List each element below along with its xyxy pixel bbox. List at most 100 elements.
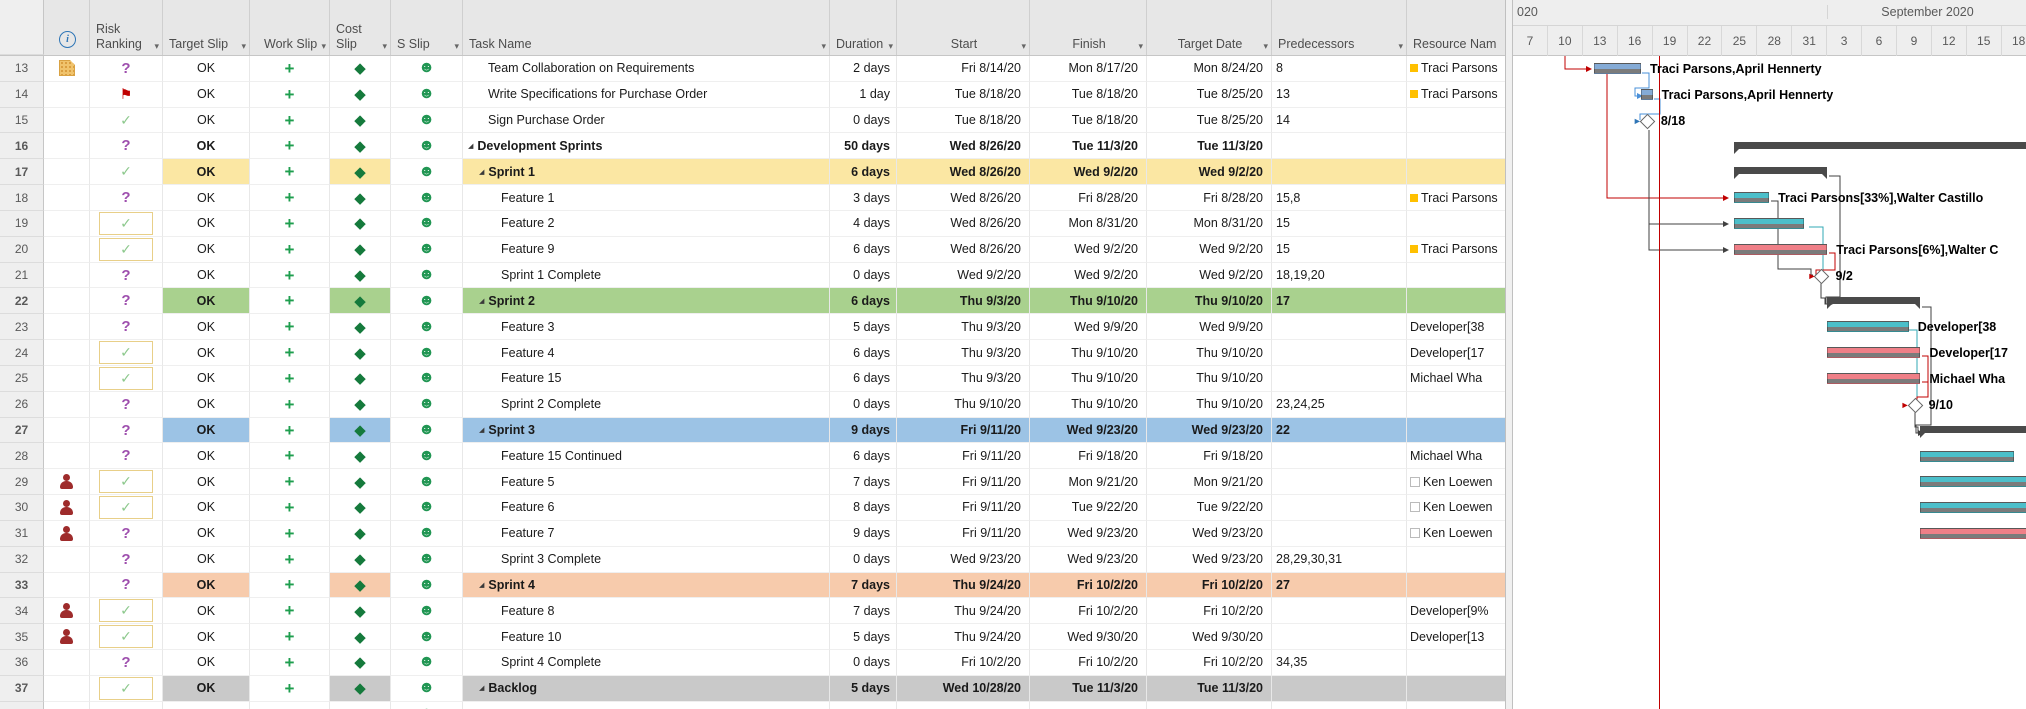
cell-indicators[interactable] bbox=[44, 108, 90, 134]
cell-target-slip[interactable]: OK bbox=[163, 133, 250, 159]
cell-start-date[interactable]: Fri 9/11/20 bbox=[897, 521, 1030, 547]
cell-start-date[interactable] bbox=[897, 702, 1030, 709]
gantt-task-bar[interactable] bbox=[1827, 373, 1920, 384]
row-number[interactable]: 27 bbox=[0, 418, 44, 444]
cell-cost-slip[interactable]: ◆ bbox=[330, 288, 391, 314]
cell-target-date[interactable]: Wed 9/2/20 bbox=[1147, 237, 1272, 263]
cell-predecessors[interactable]: 8 bbox=[1272, 56, 1407, 82]
filter-dropdown-icon[interactable]: ▾ bbox=[1138, 41, 1143, 51]
cell-target-date[interactable]: Mon 8/24/20 bbox=[1147, 56, 1272, 82]
collapse-triangle-icon[interactable]: ◢ bbox=[479, 426, 484, 434]
cell-start-date[interactable]: Thu 9/3/20 bbox=[897, 366, 1030, 392]
cell-duration[interactable]: 1 day bbox=[830, 82, 897, 108]
cell-start-date[interactable]: Fri 9/11/20 bbox=[897, 495, 1030, 521]
cell-s-slip[interactable]: ☻ bbox=[391, 650, 463, 676]
cell-risk-ranking[interactable]: ? bbox=[90, 392, 163, 418]
cell-target-slip[interactable]: OK bbox=[163, 702, 250, 709]
cell-s-slip[interactable]: ☻ bbox=[391, 495, 463, 521]
cell-target-date[interactable]: Thu 9/10/20 bbox=[1147, 392, 1272, 418]
cell-resource-names[interactable]: Traci Parsons bbox=[1407, 185, 1505, 211]
gantt-summary-bar[interactable] bbox=[1734, 167, 1827, 174]
cell-indicators[interactable] bbox=[44, 469, 90, 495]
filter-dropdown-icon[interactable]: ▾ bbox=[454, 41, 459, 51]
cell-duration[interactable]: 3 days bbox=[830, 185, 897, 211]
cell-resource-names[interactable] bbox=[1407, 650, 1505, 676]
cell-predecessors[interactable]: 34,35 bbox=[1272, 650, 1407, 676]
cell-target-date[interactable] bbox=[1147, 702, 1272, 709]
cell-duration[interactable]: 7 days bbox=[830, 573, 897, 599]
row-number[interactable]: 23 bbox=[0, 314, 44, 340]
cell-work-slip[interactable]: + bbox=[250, 211, 330, 237]
cell-cost-slip[interactable]: ◆ bbox=[330, 598, 391, 624]
cell-s-slip[interactable]: ☻ bbox=[391, 133, 463, 159]
cell-finish-date[interactable]: Tue 11/3/20 bbox=[1030, 133, 1147, 159]
cell-indicators[interactable] bbox=[44, 443, 90, 469]
view-splitter[interactable] bbox=[1505, 0, 1513, 709]
cell-predecessors[interactable]: 28,29,30,31 bbox=[1272, 547, 1407, 573]
cell-work-slip[interactable]: + bbox=[250, 82, 330, 108]
cell-target-date[interactable]: Tue 11/3/20 bbox=[1147, 676, 1272, 702]
filter-dropdown-icon[interactable]: ▾ bbox=[888, 41, 893, 51]
cell-indicators[interactable] bbox=[44, 288, 90, 314]
cell-duration[interactable]: 2 days bbox=[830, 56, 897, 82]
cell-indicators[interactable] bbox=[44, 185, 90, 211]
cell-task-name[interactable]: ◢Backlog bbox=[463, 676, 830, 702]
cell-duration[interactable]: 0 days bbox=[830, 650, 897, 676]
cell-s-slip[interactable]: ☻ bbox=[391, 314, 463, 340]
cell-indicators[interactable] bbox=[44, 573, 90, 599]
cell-predecessors[interactable] bbox=[1272, 624, 1407, 650]
cell-s-slip[interactable]: ☻ bbox=[391, 56, 463, 82]
cell-predecessors[interactable] bbox=[1272, 676, 1407, 702]
cell-resource-names[interactable]: Ken Loewen bbox=[1407, 521, 1505, 547]
cell-risk-ranking[interactable]: ✓ bbox=[90, 469, 163, 495]
gantt-task-bar[interactable] bbox=[1827, 321, 1908, 332]
row-number[interactable]: 14 bbox=[0, 82, 44, 108]
cell-target-date[interactable]: Wed 9/23/20 bbox=[1147, 547, 1272, 573]
cell-start-date[interactable]: Fri 8/14/20 bbox=[897, 56, 1030, 82]
cell-s-slip[interactable]: ☻ bbox=[391, 443, 463, 469]
cell-start-date[interactable]: Thu 9/24/20 bbox=[897, 598, 1030, 624]
cell-target-slip[interactable]: OK bbox=[163, 211, 250, 237]
cell-risk-ranking[interactable]: ? bbox=[90, 133, 163, 159]
cell-target-slip[interactable]: OK bbox=[163, 392, 250, 418]
cell-task-name[interactable]: Sprint 2 Complete bbox=[463, 392, 830, 418]
cell-predecessors[interactable]: 15 bbox=[1272, 211, 1407, 237]
cell-indicators[interactable] bbox=[44, 547, 90, 573]
cell-target-slip[interactable]: OK bbox=[163, 547, 250, 573]
cell-finish-date[interactable]: Tue 8/18/20 bbox=[1030, 108, 1147, 134]
cell-cost-slip[interactable]: ◆ bbox=[330, 676, 391, 702]
collapse-triangle-icon[interactable]: ◢ bbox=[468, 142, 473, 150]
cell-start-date[interactable]: Wed 9/23/20 bbox=[897, 547, 1030, 573]
cell-work-slip[interactable]: + bbox=[250, 237, 330, 263]
cell-start-date[interactable]: Wed 8/26/20 bbox=[897, 211, 1030, 237]
cell-finish-date[interactable]: Thu 9/10/20 bbox=[1030, 288, 1147, 314]
cell-predecessors[interactable]: 15 bbox=[1272, 237, 1407, 263]
cell-work-slip[interactable]: + bbox=[250, 159, 330, 185]
cell-s-slip[interactable]: ☻ bbox=[391, 392, 463, 418]
cell-predecessors[interactable] bbox=[1272, 702, 1407, 709]
collapse-triangle-icon[interactable]: ◢ bbox=[479, 684, 484, 692]
cell-finish-date[interactable]: Wed 9/23/20 bbox=[1030, 418, 1147, 444]
cell-duration[interactable] bbox=[830, 702, 897, 709]
cell-work-slip[interactable]: + bbox=[250, 702, 330, 709]
filter-dropdown-icon[interactable]: ▾ bbox=[821, 41, 826, 51]
cell-cost-slip[interactable]: ◆ bbox=[330, 624, 391, 650]
column-header-predecessors[interactable]: Predecessors ▾ bbox=[1272, 0, 1407, 55]
cell-work-slip[interactable]: + bbox=[250, 392, 330, 418]
cell-finish-date[interactable]: Mon 9/21/20 bbox=[1030, 469, 1147, 495]
filter-dropdown-icon[interactable]: ▾ bbox=[1021, 41, 1026, 51]
cell-cost-slip[interactable]: ◆ bbox=[330, 366, 391, 392]
gantt-task-bar[interactable] bbox=[1641, 89, 1653, 100]
cell-task-name[interactable]: Feature 8 bbox=[463, 598, 830, 624]
cell-resource-names[interactable]: Michael Wha bbox=[1407, 443, 1505, 469]
gantt-task-bar[interactable] bbox=[1734, 218, 1804, 229]
cell-s-slip[interactable]: ☻ bbox=[391, 159, 463, 185]
cell-s-slip[interactable]: ☻ bbox=[391, 340, 463, 366]
cell-indicators[interactable] bbox=[44, 676, 90, 702]
cell-start-date[interactable]: Wed 8/26/20 bbox=[897, 185, 1030, 211]
cell-risk-ranking[interactable]: ? bbox=[90, 573, 163, 599]
cell-resource-names[interactable]: Michael Wha bbox=[1407, 366, 1505, 392]
cell-cost-slip[interactable]: ◆ bbox=[330, 702, 391, 709]
row-number[interactable]: 13 bbox=[0, 56, 44, 82]
filter-dropdown-icon[interactable]: ▾ bbox=[382, 41, 387, 51]
